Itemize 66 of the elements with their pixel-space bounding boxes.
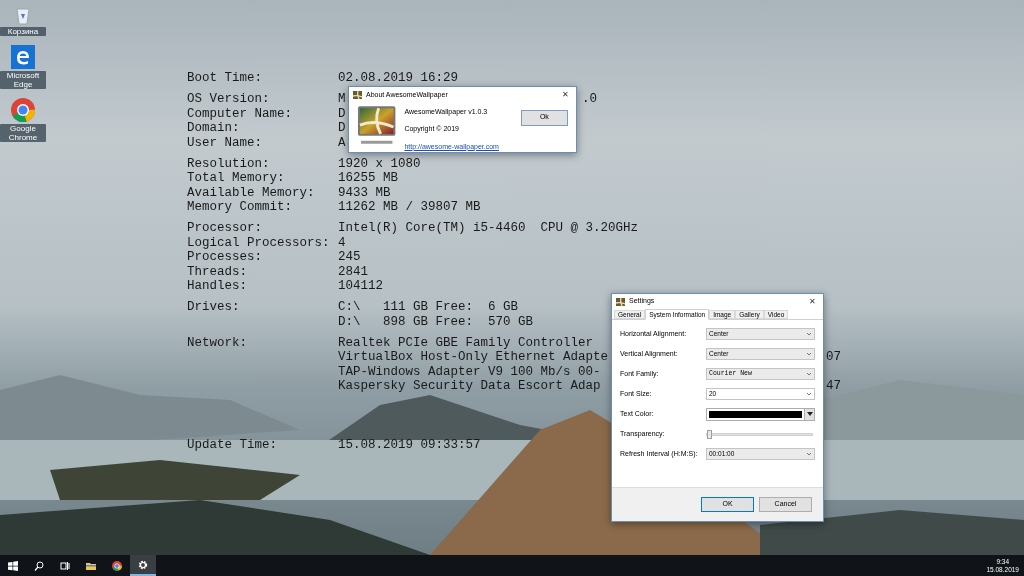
info-value: VirtualBox Host-Only Ethernet Adapte — [338, 350, 609, 364]
close-button[interactable]: ✕ — [559, 88, 572, 101]
caret-icon — [806, 412, 813, 416]
chrome-icon — [112, 560, 122, 571]
desktop-icon-label[interactable]: Microsoft Edge — [0, 71, 46, 89]
info-label: Total Memory: — [187, 171, 286, 186]
info-label: Available Memory: — [187, 185, 316, 200]
info-label: User Name: — [187, 135, 263, 150]
start-icon — [8, 560, 18, 571]
recycle-bin-icon[interactable] — [14, 5, 32, 25]
info-value: 2841 — [338, 264, 368, 279]
folder-icon — [86, 560, 96, 571]
search-icon — [34, 560, 44, 571]
info-label: Resolution: — [187, 156, 271, 171]
info-value: 02.08.2019 16:29 — [338, 71, 459, 85]
info-label: OS Version: — [187, 92, 271, 107]
info-value: Realtek PCIe GBE Family Controller — [338, 335, 594, 350]
info-label: Drives: — [187, 300, 241, 316]
info-value: 16255 MB — [338, 171, 398, 185]
task-view-icon — [60, 560, 70, 571]
info-value: 1920 x 1080 — [338, 156, 421, 171]
edge-icon[interactable] — [11, 45, 35, 69]
caret-icon — [806, 392, 812, 396]
color-picker[interactable] — [706, 407, 815, 421]
caret-icon — [806, 352, 812, 356]
info-label: Update Time: — [187, 437, 278, 452]
caret-icon — [806, 452, 812, 456]
info-value: 4 — [338, 235, 346, 250]
info-value: M — [338, 92, 346, 106]
info-label: Computer Name: — [187, 106, 294, 121]
desktop-icon-label[interactable]: Корзина — [0, 27, 46, 36]
info-value: 245 — [338, 250, 361, 264]
info-label: Threads: — [187, 264, 248, 279]
info-value: 07 — [826, 350, 841, 365]
info-value: Intel(R) Core(TM) i5-4460 CPU @ 3.20GHz — [338, 221, 639, 235]
settings-taskbar-button[interactable] — [130, 555, 156, 576]
settings-icon — [138, 559, 148, 570]
info-label: Logical Processors: — [187, 235, 331, 250]
info-label: Boot Time: — [187, 71, 263, 86]
info-value: A — [338, 135, 346, 150]
slider-thumb[interactable] — [707, 429, 712, 439]
info-label: Processor: — [187, 221, 263, 236]
info-value: 9433 MB — [338, 185, 391, 200]
info-value: D:\ 898 GB Free: 570 GB — [338, 314, 534, 329]
close-button[interactable]: ✕ — [806, 295, 819, 308]
info-label: Domain: — [187, 121, 241, 136]
info-value: 104112 — [338, 279, 383, 293]
info-label: Handles: — [187, 279, 248, 294]
info-label: Processes: — [187, 250, 263, 265]
info-value: 15.08.2019 09:33:57 — [338, 437, 481, 452]
info-value: 47 — [826, 379, 841, 394]
info-label: Network: — [187, 335, 248, 352]
info-value: .0 — [582, 92, 597, 107]
chrome-icon[interactable] — [11, 98, 35, 122]
caret-icon — [806, 332, 812, 336]
caret-icon — [806, 372, 812, 376]
info-label: Memory Commit: — [187, 200, 294, 215]
info-value: Kaspersky Security Data Escort Adap — [338, 379, 601, 393]
desktop-icon-label[interactable]: Google Chrome — [0, 124, 46, 142]
app-icon — [353, 90, 362, 99]
info-value: C:\ 111 GB Free: 6 GB — [338, 300, 519, 314]
info-value: D — [338, 106, 346, 121]
info-value: D — [338, 121, 346, 135]
app-icon — [616, 297, 625, 306]
info-value: 11262 MB / 39807 MB — [338, 200, 481, 214]
info-value: TAP-Windows Adapter V9 100 Mb/s 00- — [338, 364, 601, 379]
